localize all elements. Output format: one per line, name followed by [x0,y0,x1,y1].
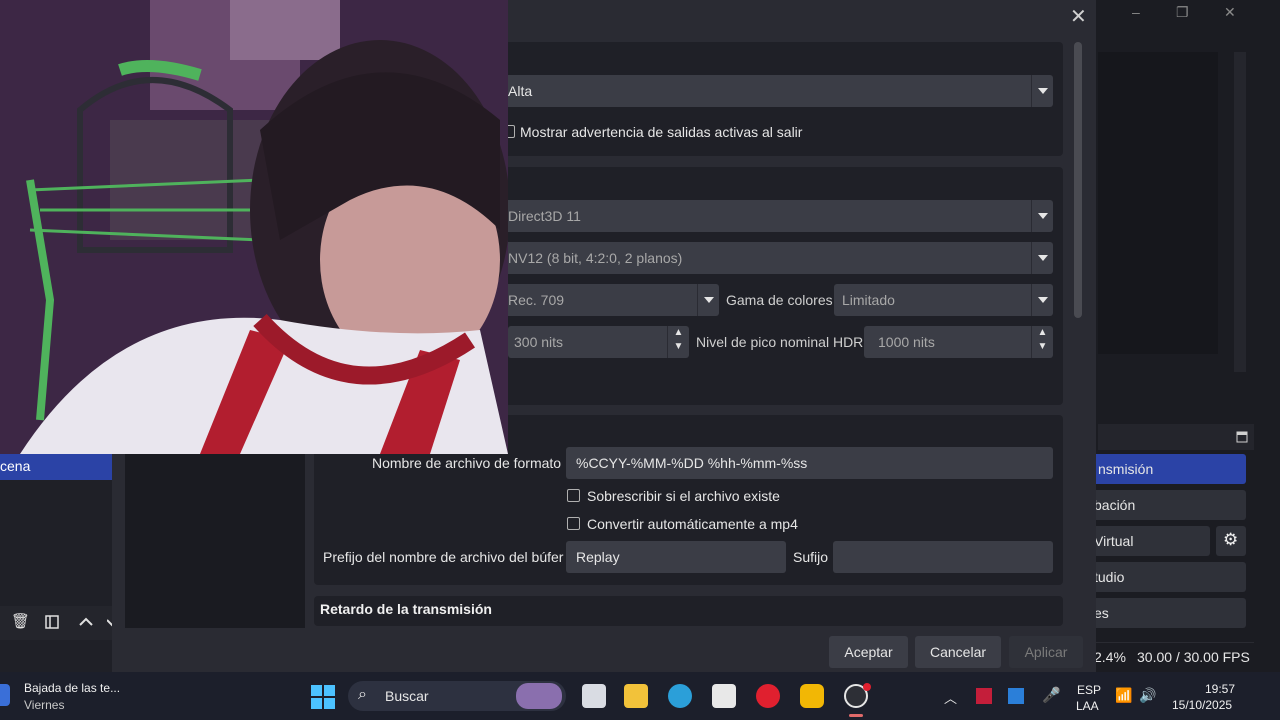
restore-icon[interactable]: ❐ [1176,4,1189,21]
undock-icon[interactable] [1236,431,1248,443]
cancel-button[interactable]: Cancelar [915,636,1001,668]
chevron-up-icon[interactable] [79,617,93,627]
sdr-white-level-spinbox[interactable]: 300 nits ▲ ▼ [508,326,689,358]
preview-area [1098,52,1218,354]
color-format-value: NV12 (8 bit, 4:2:0, 2 planos) [508,250,683,266]
file-explorer-icon[interactable] [624,684,648,708]
start-streaming-button[interactable]: nsmisión [1076,454,1246,484]
color-range-select[interactable]: Limitado [834,284,1053,316]
notification-badge [863,683,871,691]
edge-icon[interactable] [668,684,692,708]
studio-mode-button[interactable]: tudio [1076,562,1246,592]
opera-icon[interactable] [756,684,780,708]
auto-remux-checkbox[interactable] [567,517,580,530]
search-icon: ⌕ [358,686,367,703]
keyboard-layout: LAA [1076,699,1099,713]
windows-start-icon[interactable] [310,684,336,710]
clock-date: 15/10/2025 [1172,698,1233,712]
overwrite-checkbox[interactable] [567,489,580,502]
chevron-down-icon [697,284,719,316]
wifi-icon[interactable]: 📶 [1115,687,1132,704]
hdr-peak-label: Nivel de pico nominal HDR [696,334,864,350]
task-view-icon[interactable] [582,684,606,708]
webcam-image [0,0,508,454]
controls-dock-header [1098,424,1254,450]
gear-icon: ⚙ [1223,530,1239,549]
scene-name: cena [0,458,31,474]
filter-icon[interactable] [45,615,59,629]
trash-icon[interactable]: 🗑 [11,612,30,630]
news-widget-subtitle: Viernes [24,698,65,712]
clock-time[interactable]: 19:57 [1205,682,1235,696]
color-range-label: Gama de colores [726,292,833,308]
spin-arrows-icon[interactable]: ▲ ▼ [1031,326,1053,358]
right-scrollbar[interactable] [1234,52,1246,372]
filename-format-input[interactable]: %CCYY-%MM-%DD %hh-%mm-%ss [566,447,1053,479]
spin-arrows-icon[interactable]: ▲ ▼ [667,326,689,358]
buffer-prefix-input[interactable]: Replay [566,541,786,573]
microphone-icon[interactable]: 🎤 [1042,686,1061,704]
window-controls: – ❐ ✕ [1120,0,1254,28]
close-window-icon[interactable]: ✕ [1224,4,1236,21]
chevron-down-icon [1031,200,1053,232]
virtual-camera-button[interactable]: Virtual [1076,526,1210,556]
settings-button[interactable]: es [1076,598,1246,628]
renderer-value: Direct3D 11 [508,208,581,224]
overwrite-label: Sobrescribir si el archivo existe [587,488,780,504]
security-shield-icon[interactable] [1008,688,1024,704]
webcam-overlay [0,0,508,454]
hdr-peak-value: 1000 nits [878,334,935,350]
search-placeholder: Buscar [385,688,429,704]
volume-icon[interactable]: 🔊 [1139,687,1156,704]
start-recording-button[interactable]: bación [1076,490,1246,520]
search-highlight-icon[interactable] [516,683,562,709]
buffer-prefix-label: Prefijo del nombre de archivo del búfer [323,549,564,565]
hdr-peak-spinbox[interactable]: 1000 nits ▲ ▼ [864,326,1053,358]
apply-button[interactable]: Aplicar [1009,636,1083,668]
tray-app-icon[interactable] [976,688,992,704]
virtual-camera-settings-button[interactable]: ⚙ [1216,526,1246,556]
chevron-down-icon [1031,75,1053,107]
auto-remux-label: Convertir automáticamente a mp4 [587,516,798,532]
minimize-icon[interactable]: – [1132,4,1140,20]
tray-overflow-icon[interactable]: ︿ [944,688,957,707]
start-streaming-label: nsmisión [1098,461,1154,477]
filename-format-label: Nombre de archivo de formato [372,455,562,471]
settings-sidebar [125,454,305,628]
suffix-label: Sufijo [793,549,829,565]
chevron-down-icon [1031,242,1053,274]
color-space-value: Rec. 709 [508,292,565,308]
process-priority-value: Alta [508,83,533,99]
weather-icon[interactable] [0,684,10,706]
app-icon[interactable] [800,684,824,708]
chevron-down-icon [1031,284,1053,316]
news-widget-title[interactable]: Bajada de las te... [24,681,120,695]
renderer-select[interactable]: Direct3D 11 [500,200,1053,232]
color-space-select[interactable]: Rec. 709 [500,284,719,316]
language-indicator[interactable]: ESP [1077,683,1101,697]
color-format-select[interactable]: NV12 (8 bit, 4:2:0, 2 planos) [500,242,1053,274]
cpu-usage: 2.4% [1094,649,1126,665]
active-app-indicator [849,714,863,717]
color-range-value: Limitado [842,292,895,308]
scene-list-item[interactable]: cena [0,454,112,480]
fps-readout: 30.00 / 30.00 FPS [1137,649,1250,665]
warn-active-outputs-label: Mostrar advertencia de salidas activas a… [520,124,803,140]
stream-delay-title: Retardo de la transmisión [320,601,492,617]
process-priority-select[interactable]: Alta [500,75,1053,107]
dialog-scrollbar[interactable] [1074,42,1082,318]
store-icon[interactable] [712,684,736,708]
suffix-input[interactable] [833,541,1053,573]
close-dialog-icon[interactable]: ✕ [1070,4,1087,29]
scene-toolbar: 🗑 [0,606,113,640]
ok-button[interactable]: Aceptar [829,636,908,668]
sdr-white-level-value: 300 nits [514,334,564,350]
